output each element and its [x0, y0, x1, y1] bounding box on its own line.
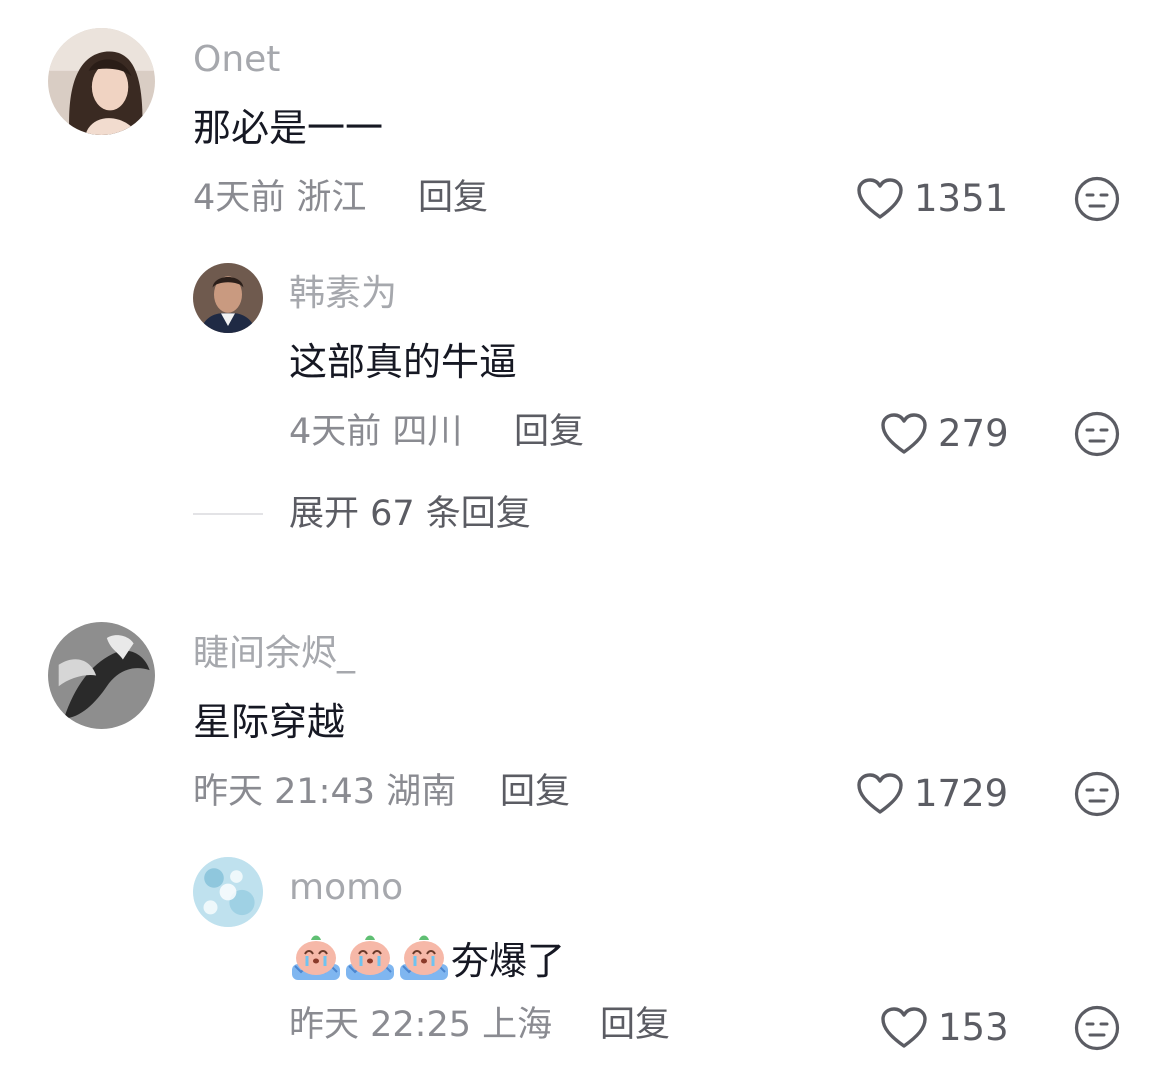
comment-location: 四川 [392, 412, 463, 452]
reply-button[interactable]: 回复 [600, 1003, 670, 1047]
username[interactable]: momo [289, 866, 403, 910]
crying-peach-emoji [289, 930, 343, 984]
divider [193, 513, 263, 515]
neutral-face-icon [1074, 1005, 1120, 1051]
comment-time: 4天前 [289, 412, 382, 452]
user-avatar[interactable] [193, 263, 263, 333]
neutral-face-icon [1074, 771, 1120, 817]
comment-meta: 4天前 四川 [289, 410, 462, 454]
like-count: 279 [938, 412, 1009, 455]
heart-icon [857, 773, 903, 814]
comment-text: 那必是一一 [193, 106, 384, 150]
heart-icon [857, 178, 903, 219]
dislike-button[interactable] [1074, 411, 1120, 457]
comment-meta: 昨天 22:25 上海 [289, 1003, 552, 1047]
man-photo-avatar [193, 263, 263, 333]
expand-replies-label: 展开 67 条回复 [289, 494, 531, 534]
user-avatar[interactable] [193, 857, 263, 927]
bw-hand-photo-avatar [48, 622, 155, 729]
username[interactable]: Onet [193, 38, 280, 82]
comment-time: 昨天 22:25 [289, 1005, 471, 1045]
username[interactable]: 韩素为 [289, 272, 397, 316]
crying-peach-emoji [343, 930, 397, 984]
heart-icon [881, 413, 927, 454]
neutral-face-icon [1074, 176, 1120, 222]
comment-text-body: 夯爆了 [451, 939, 566, 983]
comment-text: 这部真的牛逼 [289, 340, 518, 384]
comment-location: 湖南 [386, 772, 457, 812]
comment-text: 星际穿越 [193, 700, 346, 744]
user-avatar[interactable] [48, 622, 155, 729]
comment-time: 昨天 21:43 [193, 772, 375, 812]
user-avatar[interactable] [48, 28, 155, 135]
like-count: 1351 [914, 177, 1009, 220]
like-button[interactable]: 153 [880, 1006, 1009, 1050]
comment-meta: 昨天 21:43 湖南 [193, 770, 456, 814]
comment-text: 夯爆了 [289, 930, 565, 985]
expand-replies-button[interactable]: 展开 67 条回复 [193, 492, 531, 536]
comment-location: 浙江 [296, 178, 367, 218]
blue-floral-avatar [193, 857, 263, 927]
comment-location: 上海 [482, 1005, 553, 1045]
reply-button[interactable]: 回复 [418, 176, 488, 220]
username[interactable]: 睫间余烬_ [193, 632, 355, 676]
reply-button[interactable]: 回复 [500, 770, 570, 814]
dislike-button[interactable] [1074, 1005, 1120, 1051]
heart-icon [881, 1007, 927, 1048]
comment-meta: 4天前 浙江 [193, 176, 366, 220]
like-button[interactable]: 1729 [856, 772, 1008, 816]
like-count: 1729 [914, 772, 1009, 815]
reply-button[interactable]: 回复 [514, 410, 584, 454]
woman-photo-avatar [48, 28, 155, 135]
like-count: 153 [938, 1006, 1009, 1049]
crying-peach-emoji [397, 930, 451, 984]
dislike-button[interactable] [1074, 176, 1120, 222]
neutral-face-icon [1074, 411, 1120, 457]
comment-time: 4天前 [193, 178, 286, 218]
like-button[interactable]: 279 [880, 412, 1009, 456]
dislike-button[interactable] [1074, 771, 1120, 817]
like-button[interactable]: 1351 [856, 177, 1008, 221]
